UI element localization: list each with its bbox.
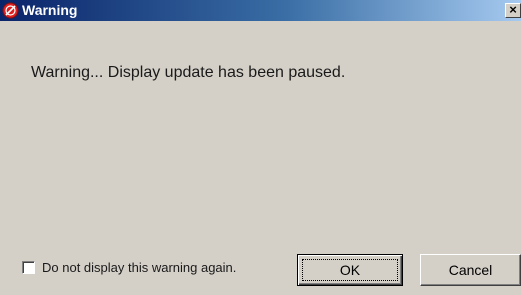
cancel-button[interactable]: Cancel xyxy=(420,254,521,286)
close-icon: × xyxy=(509,2,517,17)
cancel-button-label: Cancel xyxy=(448,262,493,278)
ok-button-label: OK xyxy=(339,262,361,278)
warning-message: Warning... Display update has been pause… xyxy=(31,64,346,81)
dont-show-again-checkbox[interactable] xyxy=(22,261,35,274)
stop-icon xyxy=(2,2,19,19)
close-button[interactable]: × xyxy=(505,3,521,18)
dont-show-again-label[interactable]: Do not display this warning again. xyxy=(42,260,236,275)
title-bar[interactable]: Warning × xyxy=(0,0,521,21)
warning-dialog: Warning × Warning... Display update has … xyxy=(0,0,521,295)
dialog-title: Warning xyxy=(22,2,78,18)
ok-button[interactable]: OK xyxy=(297,254,403,286)
